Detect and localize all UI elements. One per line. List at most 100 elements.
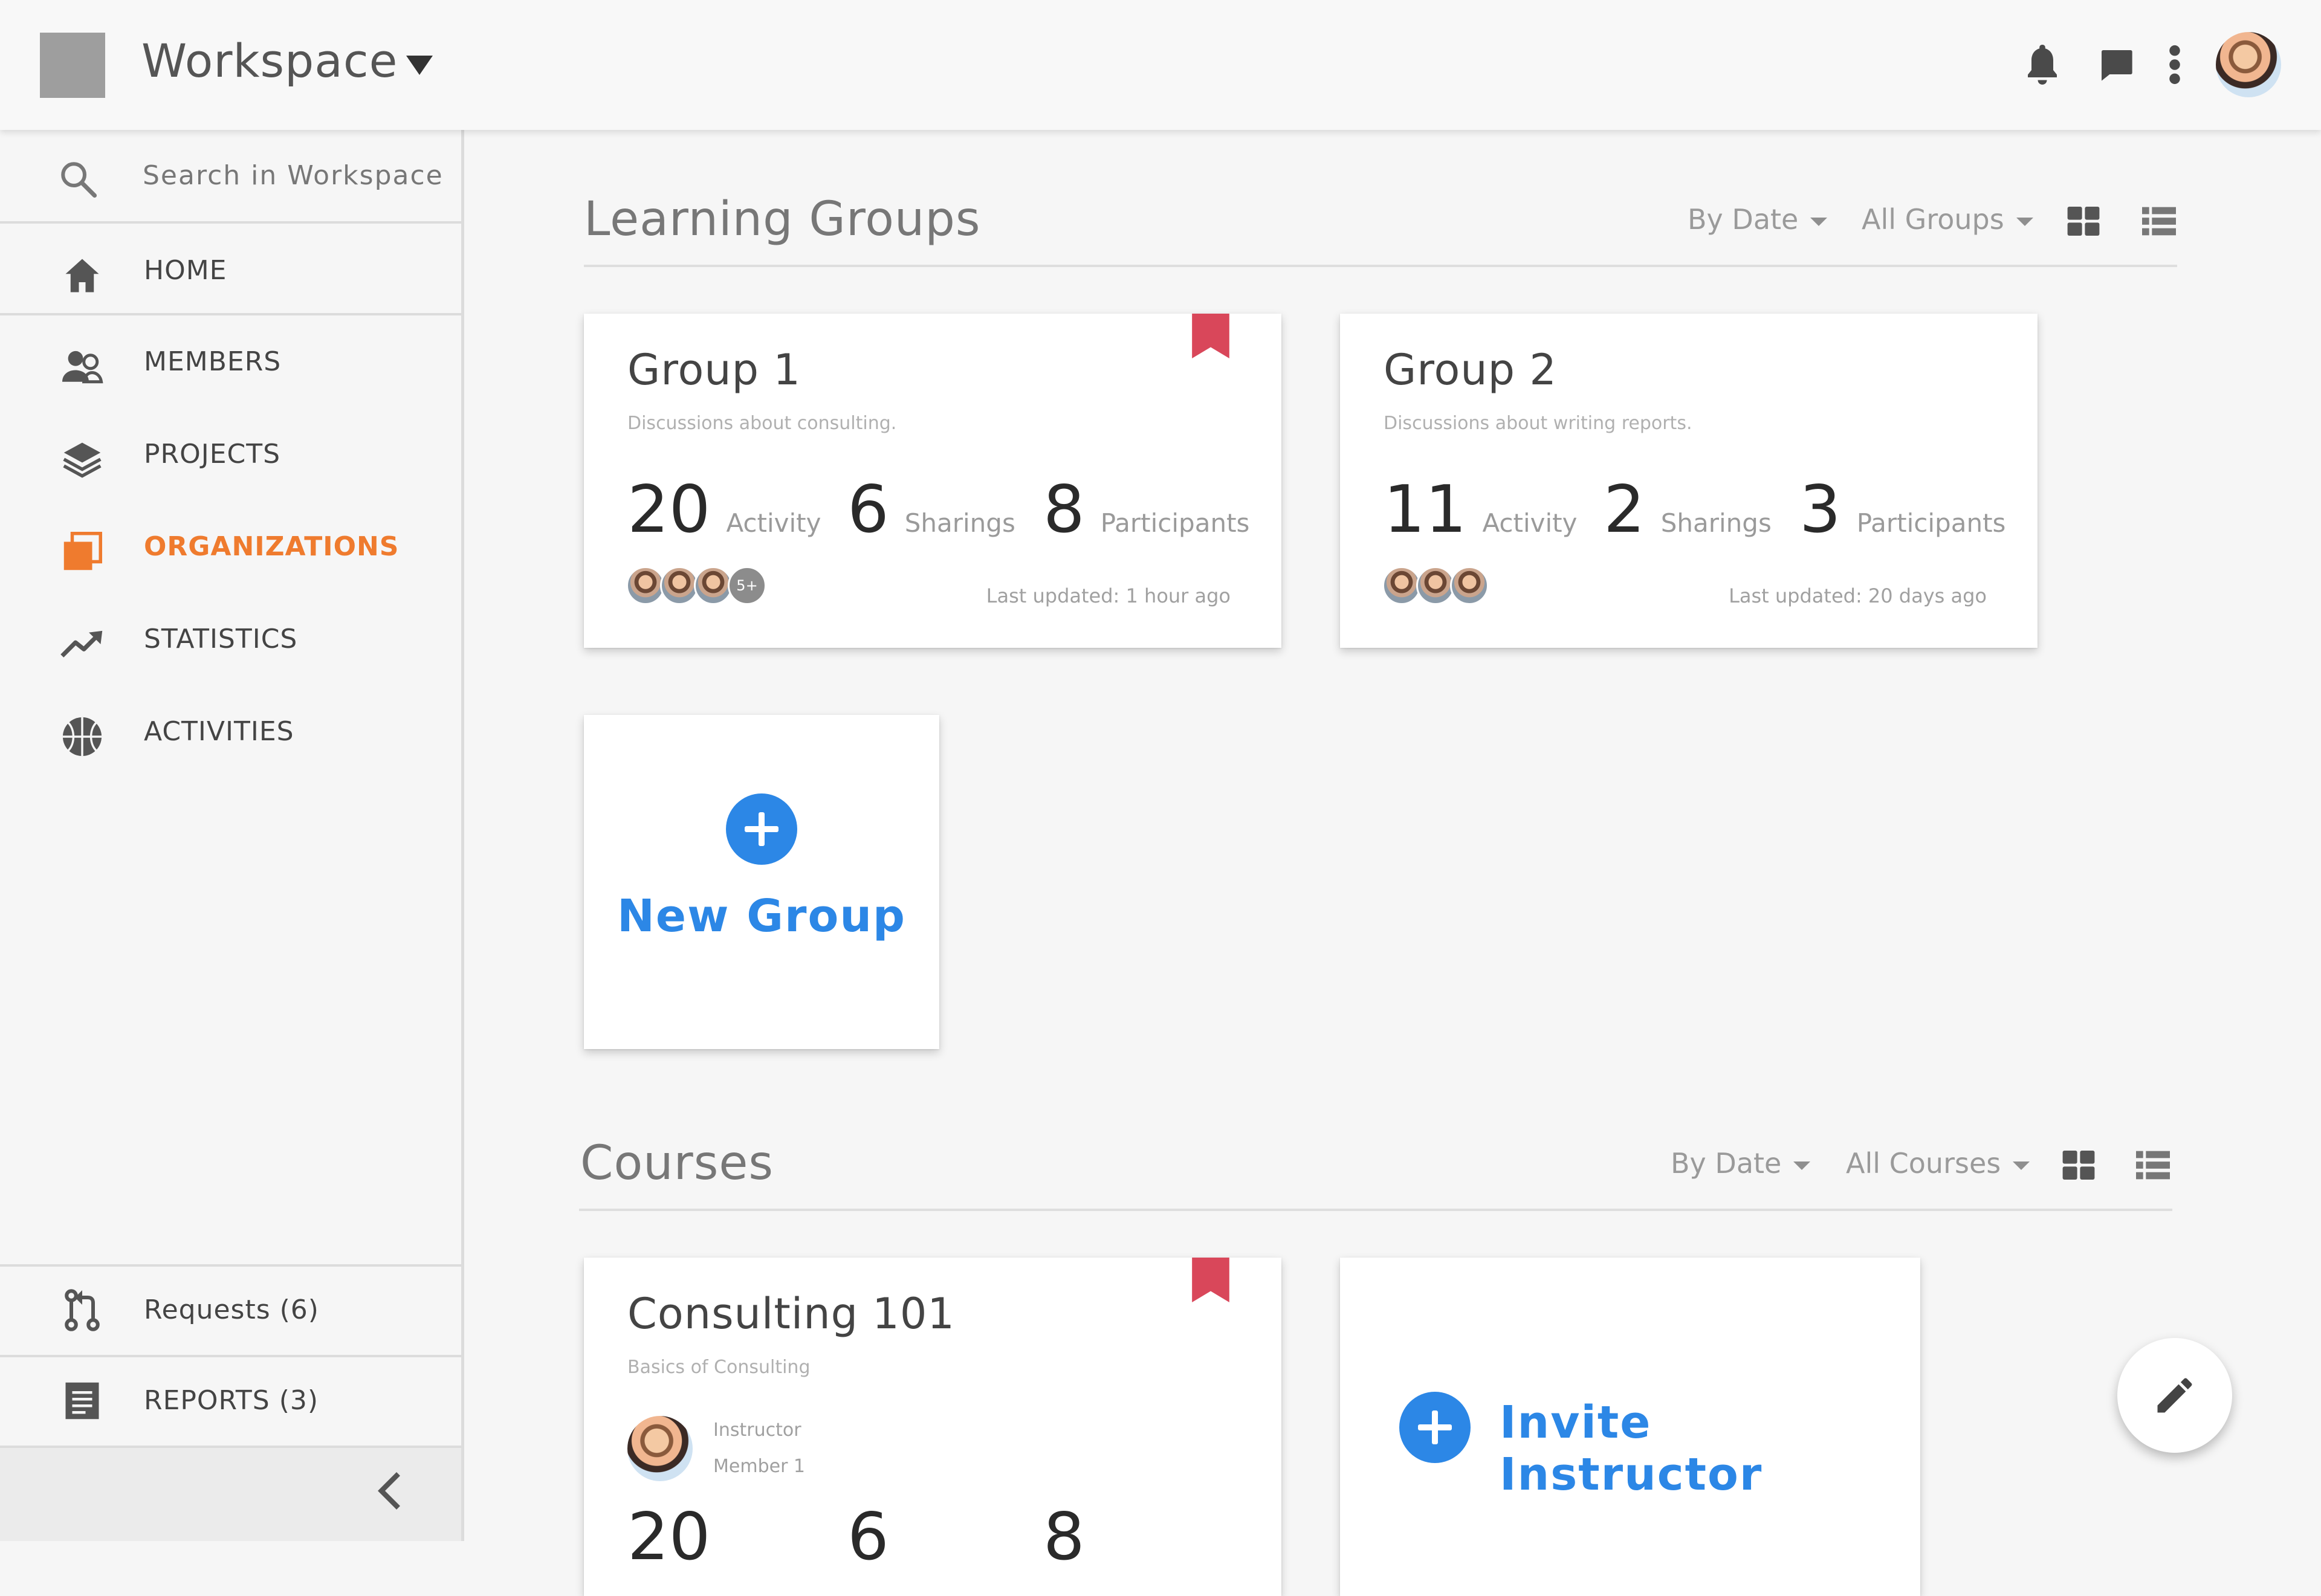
section-divider	[584, 265, 2177, 267]
instructor-role: Instructor	[713, 1420, 801, 1441]
new-group-label[interactable]: New Group	[584, 890, 939, 942]
group-card[interactable]: Group 2 Discussions about writing report…	[1340, 314, 2038, 648]
more-vert-icon[interactable]	[2148, 37, 2202, 92]
search-input[interactable]: Search in Workspace	[143, 160, 444, 191]
sidebar-item-label: HOME	[144, 255, 227, 286]
participants-count: 3	[1799, 472, 1841, 548]
sharings-stat: 2 Sharings	[1604, 472, 1772, 548]
activity-label: Activity	[1482, 508, 1578, 538]
course-card[interactable]: Consulting 101 Basics of Consulting Inst…	[584, 1258, 1281, 1596]
user-avatar[interactable]	[2216, 32, 2281, 97]
learning-groups-title: Learning Groups	[584, 192, 981, 247]
avatar	[1382, 566, 1421, 605]
sharings-count: 6	[847, 472, 889, 548]
course-description: Basics of Consulting	[627, 1357, 811, 1378]
add-circle-icon[interactable]	[1399, 1392, 1471, 1463]
invite-instructor-label[interactable]: Invite Instructor	[1500, 1397, 1920, 1501]
groups-filter-dropdown[interactable]: All Groups	[1862, 203, 2033, 236]
activity-stat: 11 Activity	[1384, 472, 1578, 548]
workspace-dropdown-icon[interactable]	[406, 56, 433, 76]
edit-fab[interactable]	[2117, 1338, 2232, 1453]
group-title: Group 1	[627, 345, 801, 395]
courses-title: Courses	[580, 1136, 774, 1191]
activity-stat: 20	[627, 1499, 710, 1575]
avatar[interactable]	[627, 1416, 693, 1481]
group-description: Discussions about consulting.	[627, 413, 897, 434]
list-view-icon[interactable]	[2136, 1151, 2170, 1180]
sidebar-item-reports[interactable]: REPORTS (3)	[0, 1355, 461, 1446]
workspace-title[interactable]: Workspace	[141, 34, 398, 88]
sidebar-item-activities[interactable]: ACTIVITIES	[0, 694, 461, 767]
sidebar-item-home[interactable]: HOME	[0, 224, 461, 315]
group-card[interactable]: Group 1 Discussions about consulting. 20…	[584, 314, 1281, 648]
avatar	[660, 566, 699, 605]
participants-label: Participants	[1856, 508, 2006, 538]
group-title: Group 2	[1384, 345, 1557, 395]
participant-avatars[interactable]: 5+	[626, 566, 766, 605]
participants-count: 8	[1043, 472, 1085, 548]
instructor-name: Member 1	[713, 1456, 806, 1477]
groups-sort-dropdown[interactable]: By Date	[1688, 203, 1828, 236]
sidebar-item-requests[interactable]: Requests (6)	[0, 1264, 461, 1355]
sidebar-item-members[interactable]: MEMBERS	[0, 325, 461, 397]
sidebar-item-projects[interactable]: PROJECTS	[0, 417, 461, 489]
add-circle-icon[interactable]	[726, 793, 797, 865]
basketball-icon	[58, 712, 106, 761]
new-group-card[interactable]: New Group	[584, 715, 939, 1049]
sharings-label: Sharings	[1660, 508, 1772, 538]
sidebar-item-label: ORGANIZATIONS	[144, 531, 400, 562]
sidebar-item-label: STATISTICS	[144, 624, 298, 654]
courses-sort-label: By Date	[1671, 1147, 1782, 1180]
chevron-down-icon	[2013, 1161, 2030, 1170]
pull-request-icon	[58, 1286, 106, 1334]
invite-instructor-card[interactable]: Invite Instructor	[1340, 1258, 1920, 1596]
bell-icon[interactable]	[2015, 37, 2070, 92]
avatar	[626, 566, 665, 605]
pencil-icon	[2157, 1378, 2192, 1413]
sharings-stat: 6 Sharings	[847, 472, 1015, 548]
chevron-left-icon[interactable]	[375, 1470, 405, 1512]
sidebar-collapse[interactable]	[0, 1446, 461, 1541]
members-icon	[58, 343, 106, 391]
groups-sort-label: By Date	[1688, 203, 1799, 236]
sidebar-item-label: ACTIVITIES	[144, 716, 294, 747]
chevron-down-icon	[1793, 1161, 1811, 1170]
participants-label: Participants	[1100, 508, 1250, 538]
list-view-icon[interactable]	[2142, 207, 2176, 236]
requests-label: Requests (6)	[144, 1294, 319, 1325]
participants-count: 8	[1043, 1499, 1085, 1575]
courses-filter-dropdown[interactable]: All Courses	[1846, 1147, 2030, 1180]
layers-icon	[58, 435, 106, 483]
groups-filter-label: All Groups	[1862, 203, 2004, 236]
sidebar-item-label: PROJECTS	[144, 439, 281, 470]
sidebar-item-statistics[interactable]: STATISTICS	[0, 602, 461, 674]
bookmark-icon[interactable]	[1192, 1258, 1229, 1302]
courses-sort-dropdown[interactable]: By Date	[1671, 1147, 1811, 1180]
sharings-stat: 6	[847, 1499, 889, 1575]
sharings-count: 6	[847, 1499, 889, 1575]
chat-icon[interactable]	[2089, 37, 2143, 92]
participants-stat: 8	[1043, 1499, 1085, 1575]
home-icon	[58, 251, 106, 300]
group-description: Discussions about writing reports.	[1384, 413, 1692, 434]
avatar	[1416, 566, 1455, 605]
sidebar-search[interactable]: Search in Workspace	[0, 130, 461, 224]
sidebar-item-label: MEMBERS	[144, 346, 282, 377]
grid-view-icon[interactable]	[2062, 1151, 2095, 1180]
sidebar-item-organizations[interactable]: ORGANIZATIONS	[0, 509, 461, 582]
bookmark-icon[interactable]	[1192, 314, 1229, 358]
activity-count: 20	[627, 1499, 711, 1575]
avatar	[1450, 566, 1489, 605]
search-icon	[61, 162, 97, 198]
organizations-icon	[58, 528, 106, 576]
last-updated: Last updated: 1 hour ago	[986, 584, 1231, 607]
more-participants-badge[interactable]: 5+	[728, 566, 766, 605]
workspace-logo[interactable]	[40, 33, 105, 98]
grid-view-icon[interactable]	[2067, 207, 2100, 236]
activity-count: 20	[627, 472, 711, 548]
report-list-icon	[58, 1377, 106, 1425]
activity-label: Activity	[726, 508, 821, 538]
participant-avatars[interactable]	[1382, 566, 1489, 605]
trending-up-icon	[58, 620, 106, 668]
activity-count: 11	[1384, 472, 1467, 548]
